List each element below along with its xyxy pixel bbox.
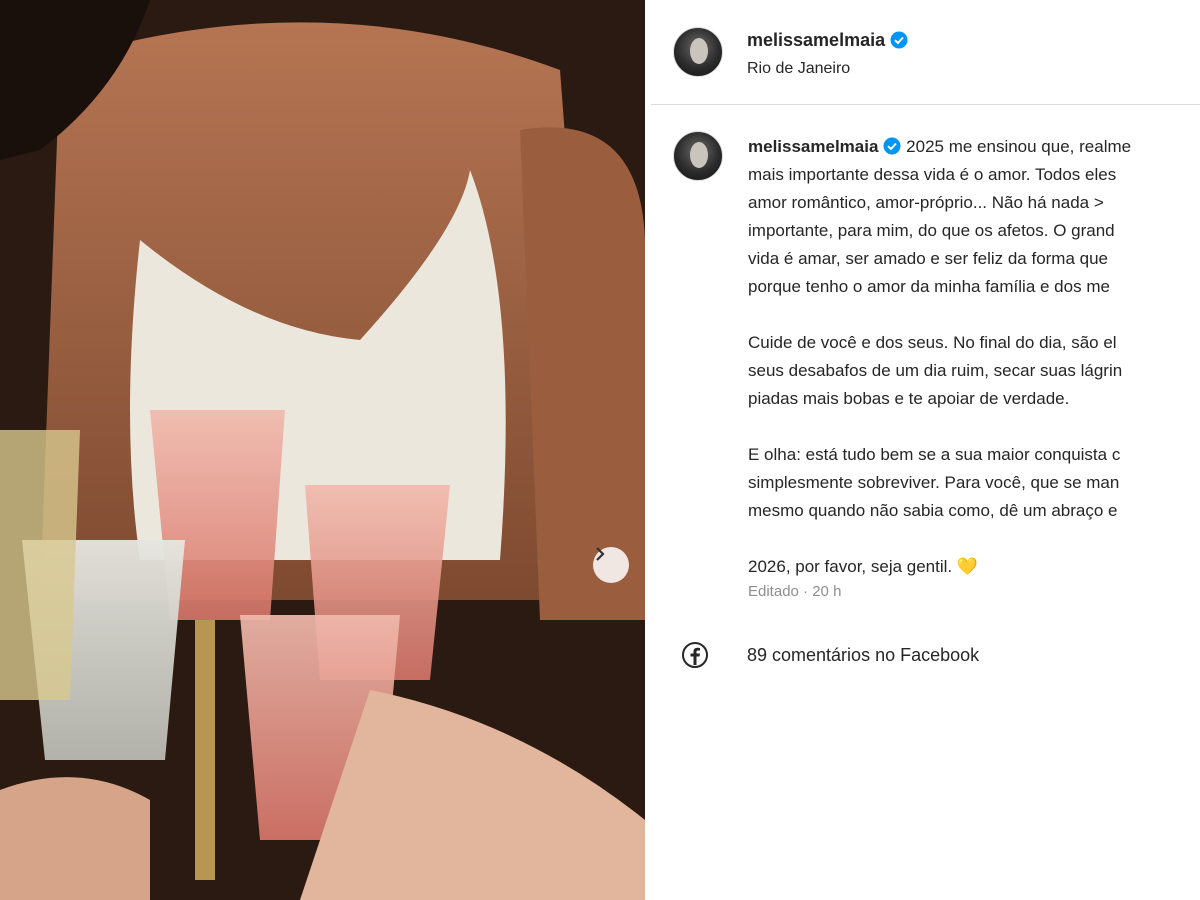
caption-line: mesmo quando não sabia como, dê um abraç… xyxy=(748,501,1118,520)
facebook-comments-row[interactable]: 89 comentários no Facebook xyxy=(675,633,979,677)
caption-line: Cuide de você e dos seus. No final do di… xyxy=(748,333,1117,352)
facebook-icon xyxy=(675,635,715,675)
caption-paragraph-3: E olha: está tudo bem se a sua maior con… xyxy=(748,441,1200,525)
caption-line: melissamelmaia 2025 me ensinou que, real… xyxy=(748,133,1200,161)
verified-badge-icon xyxy=(890,31,908,49)
post-photo[interactable] xyxy=(0,0,645,900)
caption-line: amor romântico, amor-próprio... Não há n… xyxy=(748,193,1104,212)
caption-paragraph-1: melissamelmaia 2025 me ensinou que, real… xyxy=(748,133,1200,301)
caption-line: mais importante dessa vida é o amor. Tod… xyxy=(748,165,1117,184)
caption-paragraph-4: 2026, por favor, seja gentil. 💛 xyxy=(748,553,1200,581)
location-label[interactable]: Rio de Janeiro xyxy=(747,60,850,78)
facebook-comments-link[interactable]: 89 comentários no Facebook xyxy=(747,645,979,666)
caption-line: E olha: está tudo bem se a sua maior con… xyxy=(748,445,1121,464)
timestamp[interactable]: 20 h xyxy=(812,583,841,600)
caption-username[interactable]: melissamelmaia xyxy=(748,137,878,156)
post-meta: Editado · 20 h xyxy=(748,583,842,600)
header-username-text[interactable]: melissamelmaia xyxy=(747,30,885,50)
post-header: melissamelmaia Rio de Janeiro xyxy=(651,0,1200,105)
chevron-right-icon xyxy=(596,547,605,561)
photo-illustration xyxy=(0,0,645,900)
caption-line: 2026, por favor, seja gentil. 💛 xyxy=(748,557,979,576)
caption-line: simplesmente sobreviver. Para você, que … xyxy=(748,473,1120,492)
next-photo-button[interactable] xyxy=(593,547,629,583)
verified-badge-icon xyxy=(883,137,901,155)
header-username[interactable]: melissamelmaia xyxy=(747,30,908,51)
caption-line: seus desabafos de um dia ruim, secar sua… xyxy=(748,361,1123,380)
caption-line: vida é amar, ser amado e ser feliz da fo… xyxy=(748,249,1109,268)
post-details-panel: melissamelmaia Rio de Janeiro melissamel… xyxy=(651,0,1200,900)
caption-text: 2025 me ensinou que, realme xyxy=(906,137,1132,156)
caption-paragraph-2: Cuide de você e dos seus. No final do di… xyxy=(748,329,1200,413)
caption-line: piadas mais bobas e te apoiar de verdade… xyxy=(748,389,1070,408)
caption: melissamelmaia 2025 me ensinou que, real… xyxy=(748,133,1200,609)
caption-line: porque tenho o amor da minha família e d… xyxy=(748,277,1110,296)
edited-label: Editado xyxy=(748,583,799,600)
caption-line: importante, para mim, do que os afetos. … xyxy=(748,221,1115,240)
avatar[interactable] xyxy=(673,27,723,77)
caption-avatar[interactable] xyxy=(673,131,723,181)
